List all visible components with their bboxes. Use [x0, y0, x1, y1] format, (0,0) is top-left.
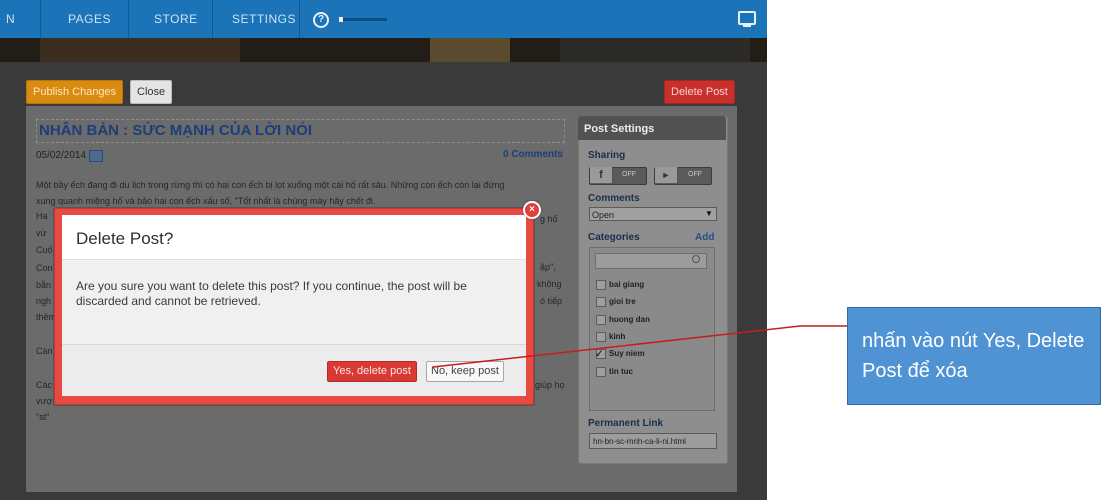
callout-pointer-line: [432, 325, 847, 368]
instruction-callout-text: nhấn vào nút Yes, Delete Post để xóa: [862, 330, 1085, 382]
